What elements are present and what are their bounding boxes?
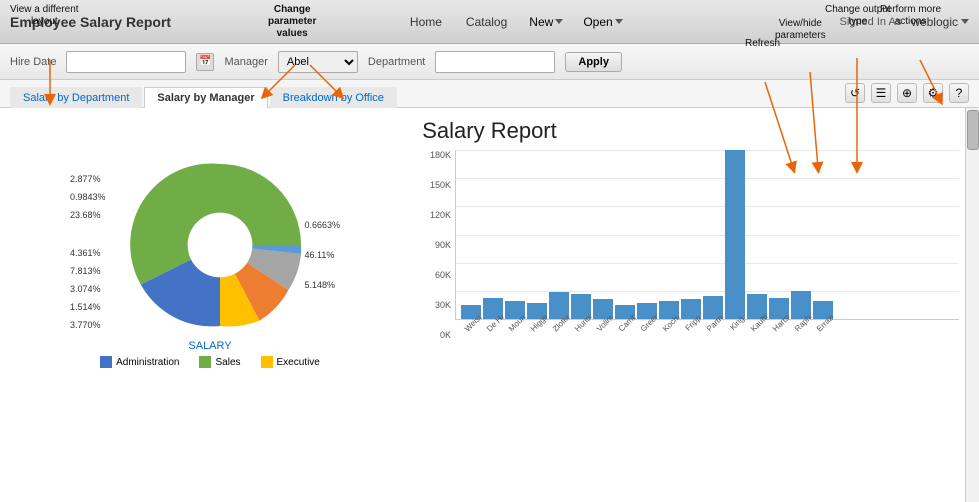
calendar-icon[interactable]: 📅 bbox=[196, 53, 214, 71]
nav-home[interactable]: Home bbox=[400, 11, 452, 33]
y-label-150k: 150K bbox=[430, 180, 451, 190]
y-label-180k: 180K bbox=[430, 150, 451, 160]
gear-icon[interactable]: ⚙ bbox=[923, 83, 943, 103]
legend-sales-color bbox=[199, 356, 211, 368]
y-label-30k: 30K bbox=[435, 300, 451, 310]
app-title: Employee Salary Report bbox=[10, 14, 171, 30]
bar-chart: 180K 150K 120K 90K 60K 30K 0K bbox=[420, 150, 959, 340]
pie-title: SALARY bbox=[70, 340, 350, 352]
legend-admin-label: Administration bbox=[116, 357, 179, 368]
tab-salary-manager[interactable]: Salary by Manager bbox=[144, 87, 267, 108]
bars-group bbox=[461, 150, 954, 319]
header-right: Signed In As weblogic bbox=[840, 15, 969, 29]
pie-labels-left: 2.877% 0.9843% 23.68% 4.361% 7.813% 3.07… bbox=[70, 170, 106, 334]
tabs-bar: Salary by Department Salary by Manager B… bbox=[0, 80, 979, 108]
department-input[interactable] bbox=[435, 51, 555, 73]
help-icon[interactable]: ? bbox=[949, 83, 969, 103]
charts-container: 2.877% 0.9843% 23.68% 4.361% 7.813% 3.07… bbox=[0, 150, 979, 502]
scrollbar-thumb[interactable] bbox=[967, 110, 979, 150]
new-dropdown-arrow bbox=[555, 19, 563, 24]
y-label-60k: 60K bbox=[435, 270, 451, 280]
legend-executive: Executive bbox=[261, 356, 320, 368]
y-label-120k: 120K bbox=[430, 210, 451, 220]
tab-icons: ↺ ☰ ⊕ ⚙ ? bbox=[845, 83, 969, 107]
pie-svg bbox=[130, 155, 310, 335]
manager-select[interactable]: Abel bbox=[278, 51, 358, 73]
chart-area bbox=[455, 150, 959, 320]
report-title: Salary Report bbox=[0, 108, 979, 150]
legend-sales-label: Sales bbox=[215, 357, 240, 368]
pie-legend: Administration Sales Executive bbox=[100, 356, 320, 368]
legend-exec-color bbox=[261, 356, 273, 368]
department-label: Department bbox=[368, 56, 425, 68]
pie-chart: 2.877% 0.9843% 23.68% 4.361% 7.813% 3.07… bbox=[70, 150, 350, 350]
open-dropdown-arrow bbox=[615, 19, 623, 24]
nav-catalog[interactable]: Catalog bbox=[456, 11, 517, 33]
refresh-icon[interactable]: ↺ bbox=[845, 83, 865, 103]
list-icon[interactable]: ☰ bbox=[871, 83, 891, 103]
header-bar: Employee Salary Report Home Catalog New … bbox=[0, 0, 979, 44]
toolbar: Hire Date 📅 Manager Abel Department Appl… bbox=[0, 44, 979, 80]
y-label-90k: 90K bbox=[435, 240, 451, 250]
tab-breakdown-office[interactable]: Breakdown by Office bbox=[270, 87, 397, 108]
y-axis: 180K 150K 120K 90K 60K 30K 0K bbox=[420, 150, 455, 340]
legend-exec-label: Executive bbox=[277, 357, 320, 368]
legend-admin-color bbox=[100, 356, 112, 368]
tab-salary-department[interactable]: Salary by Department bbox=[10, 87, 142, 108]
pie-chart-area: 2.877% 0.9843% 23.68% 4.361% 7.813% 3.07… bbox=[20, 150, 400, 502]
header-nav: Home Catalog New Open bbox=[197, 11, 833, 33]
manager-label: Manager bbox=[224, 56, 267, 68]
hire-date-input[interactable] bbox=[66, 51, 186, 73]
hire-date-label: Hire Date bbox=[10, 56, 56, 68]
apply-button[interactable]: Apply bbox=[565, 52, 622, 72]
link-icon[interactable]: ⊕ bbox=[897, 83, 917, 103]
x-labels: WeissDe HaanMourosHigginsZlotkeyHunoldVo… bbox=[455, 320, 959, 340]
bar-item bbox=[725, 150, 745, 319]
legend-sales: Sales bbox=[199, 356, 240, 368]
main-content: Salary Report 2.877% 0.9843% 23.68% 4.36… bbox=[0, 108, 979, 502]
signed-in-label: Signed In As bbox=[840, 16, 902, 28]
y-label-0k: 0K bbox=[440, 330, 451, 340]
user-menu[interactable]: weblogic bbox=[911, 15, 969, 29]
user-dropdown-arrow bbox=[961, 19, 969, 24]
bar-chart-area: 180K 150K 120K 90K 60K 30K 0K bbox=[420, 150, 959, 502]
scrollbar[interactable] bbox=[965, 108, 979, 502]
legend-administration: Administration bbox=[100, 356, 179, 368]
nav-open[interactable]: Open bbox=[575, 11, 630, 33]
nav-new[interactable]: New bbox=[521, 11, 571, 33]
